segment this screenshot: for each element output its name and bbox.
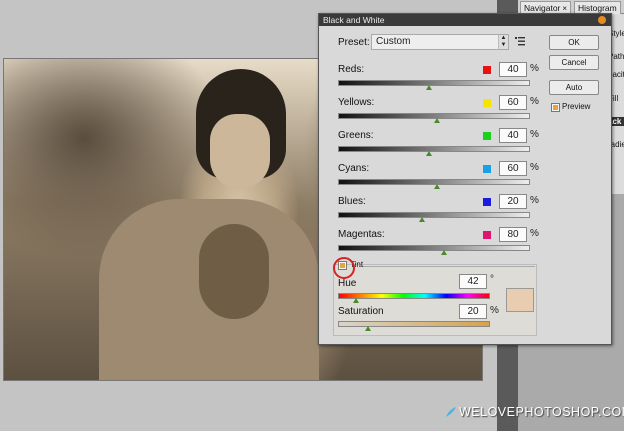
hue-unit: ° (490, 274, 494, 285)
cancel-button[interactable]: Cancel (549, 55, 599, 70)
greens-swatch (483, 132, 491, 140)
greens-slider-track[interactable] (338, 146, 530, 152)
blues-slider-thumb[interactable] (418, 217, 425, 222)
close-icon[interactable]: × (562, 4, 567, 13)
magentas-slider-thumb[interactable] (441, 250, 448, 255)
blues-swatch (483, 198, 491, 206)
greens-unit: % (530, 129, 539, 140)
preset-label: Preset: (338, 37, 370, 48)
preset-menu-icon[interactable] (515, 36, 525, 46)
hue-slider-track[interactable] (338, 293, 490, 299)
highlight-circle (333, 257, 355, 279)
saturation-slider-track[interactable] (338, 321, 490, 327)
reds-slider-thumb[interactable] (426, 85, 433, 90)
greens-label: Greens: (338, 130, 374, 141)
black-and-white-dialog: Black and White Preset: Custom ▲ ▼ OK Can… (318, 13, 612, 345)
magentas-label: Magentas: (338, 229, 385, 240)
blues-unit: % (530, 195, 539, 206)
reds-unit: % (530, 63, 539, 74)
cyans-unit: % (530, 162, 539, 173)
reds-label: Reds: (338, 64, 365, 75)
hue-input[interactable]: 42 (459, 274, 487, 289)
photo-face (210, 114, 270, 189)
yellows-swatch (483, 99, 491, 107)
saturation-unit: % (490, 305, 499, 316)
magentas-slider-track[interactable] (338, 245, 530, 251)
blues-label: Blues: (338, 196, 366, 207)
cyans-swatch (483, 165, 491, 173)
saturation-input[interactable]: 20 (459, 304, 487, 319)
photo-flowers (199, 224, 269, 319)
greens-slider-thumb[interactable] (426, 151, 433, 156)
tint-color-swatch[interactable] (506, 288, 534, 312)
greens-input[interactable]: 40 (499, 128, 527, 143)
blues-input[interactable]: 20 (499, 194, 527, 209)
yellows-slider-thumb[interactable] (433, 118, 440, 123)
preset-select[interactable]: Custom ▲ ▼ (371, 34, 509, 50)
reds-swatch (483, 66, 491, 74)
hue-slider-thumb[interactable] (353, 298, 359, 303)
yellows-unit: % (530, 96, 539, 107)
yellows-label: Yellows: (338, 97, 375, 108)
hue-label: Hue (338, 278, 357, 289)
preview-label: Preview (562, 102, 591, 111)
saturation-label: Saturation (338, 306, 384, 317)
auto-button[interactable]: Auto (549, 80, 599, 95)
chevron-updown-icon: ▲ ▼ (498, 35, 508, 49)
magentas-unit: % (530, 228, 539, 239)
magentas-input[interactable]: 80 (499, 227, 527, 242)
tint-divider (359, 266, 535, 267)
ok-button[interactable]: OK (549, 35, 599, 50)
preview-checkbox[interactable] (551, 103, 560, 112)
feather-logo-icon (446, 407, 456, 417)
close-icon[interactable] (598, 16, 606, 24)
reds-input[interactable]: 40 (499, 62, 527, 77)
cyans-input[interactable]: 60 (499, 161, 527, 176)
cyans-slider-thumb[interactable] (433, 184, 440, 189)
panel-tabbar: Navigator × Histogram (518, 0, 624, 14)
dialog-title-bar[interactable]: Black and White (319, 14, 611, 26)
dialog-title: Black and White (323, 15, 385, 25)
reds-slider-track[interactable] (338, 80, 530, 86)
magentas-swatch (483, 231, 491, 239)
saturation-slider-thumb[interactable] (365, 326, 371, 331)
cyans-label: Cyans: (338, 163, 370, 174)
blues-slider-track[interactable] (338, 212, 530, 218)
watermark: WELOVEPHOTOSHOP.COM (445, 405, 624, 419)
yellows-input[interactable]: 60 (499, 95, 527, 110)
